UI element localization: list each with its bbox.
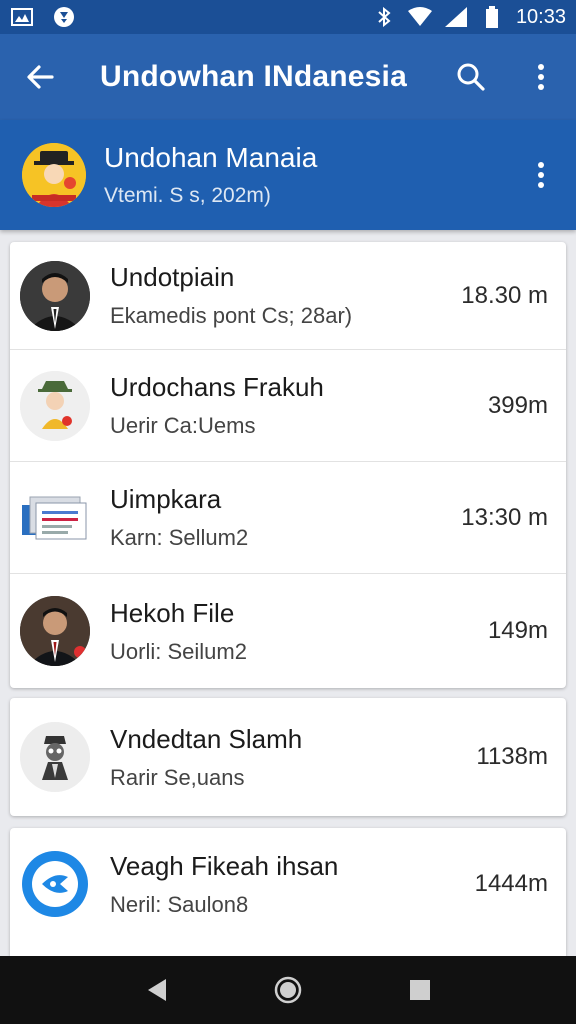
list-card: Veagh Fikeah ihsan Neril: Saulon8 1444m xyxy=(10,828,566,956)
list-card: Vndedtan Slamh Rarir Se,uans 1138m xyxy=(10,698,566,816)
more-vert-icon xyxy=(538,162,544,188)
item-time: 13:30 m xyxy=(461,503,548,531)
gallery-icon xyxy=(10,7,34,27)
channel-name: Undohan Manaia xyxy=(104,142,318,173)
list-card: Undotpiain Ekamedis pont Cs; 28ar) 18.30… xyxy=(10,242,566,688)
nav-home-button[interactable] xyxy=(268,970,308,1010)
channel-subtitle: Vtemi. S s, 202m) xyxy=(104,184,271,207)
channel-avatar xyxy=(22,143,86,207)
item-time: 1444m xyxy=(474,870,548,897)
blue-circle-icon xyxy=(20,849,90,919)
man-suit-avatar xyxy=(20,596,90,666)
status-time: 10:33 xyxy=(515,5,566,28)
back-arrow-icon xyxy=(27,65,54,89)
documents-icon xyxy=(20,483,90,553)
item-time: 18.30 m xyxy=(461,281,548,309)
recents-square-icon xyxy=(410,980,430,1000)
channel-menu-button[interactable] xyxy=(506,120,576,230)
system-nav-bar xyxy=(0,956,576,1024)
signal-icon xyxy=(444,7,468,27)
battery-icon xyxy=(480,6,504,28)
status-bar: 10:33 xyxy=(0,0,576,34)
channel-header[interactable]: Undohan Manaia Vtemi. S s, 202m) xyxy=(0,120,576,230)
search-button[interactable] xyxy=(436,34,506,120)
list-item[interactable]: Undotpiain Ekamedis pont Cs; 28ar) 18.30… xyxy=(10,242,566,350)
item-time: 399m xyxy=(487,391,548,419)
man-suit-avatar xyxy=(20,260,90,331)
item-time: 149m xyxy=(487,617,548,644)
nav-recents-button[interactable] xyxy=(400,970,440,1010)
more-vert-icon xyxy=(538,64,544,90)
item-time: 1138m xyxy=(476,743,548,770)
nav-back-button[interactable] xyxy=(136,970,176,1010)
hat-figure-avatar xyxy=(20,722,90,792)
list-item[interactable]: Vndedtan Slamh Rarir Se,uans 1138m xyxy=(10,698,566,816)
home-circle-icon xyxy=(274,976,302,1004)
back-triangle-icon xyxy=(148,979,166,1001)
cartoon-avatar xyxy=(20,370,90,441)
list-item[interactable]: Uimpkara Karn: Sellum2 13:30 m xyxy=(10,462,566,574)
search-icon xyxy=(457,63,485,91)
app-bar: Undowhan INdanesia xyxy=(0,34,576,120)
back-button[interactable] xyxy=(0,34,80,120)
shield-icon xyxy=(52,7,76,27)
app-title: Undowhan INdanesia xyxy=(100,60,407,93)
list-item[interactable]: Urdochans Frakuh Uerir Ca:Uems 399m xyxy=(10,350,566,462)
wifi-icon xyxy=(407,7,432,27)
bluetooth-icon xyxy=(372,7,396,27)
list-item[interactable]: Veagh Fikeah ihsan Neril: Saulon8 1444m xyxy=(10,828,566,940)
overflow-menu-button[interactable] xyxy=(506,34,576,120)
list-item[interactable]: Hekoh File Uorli: Seilum2 149m xyxy=(10,574,566,688)
